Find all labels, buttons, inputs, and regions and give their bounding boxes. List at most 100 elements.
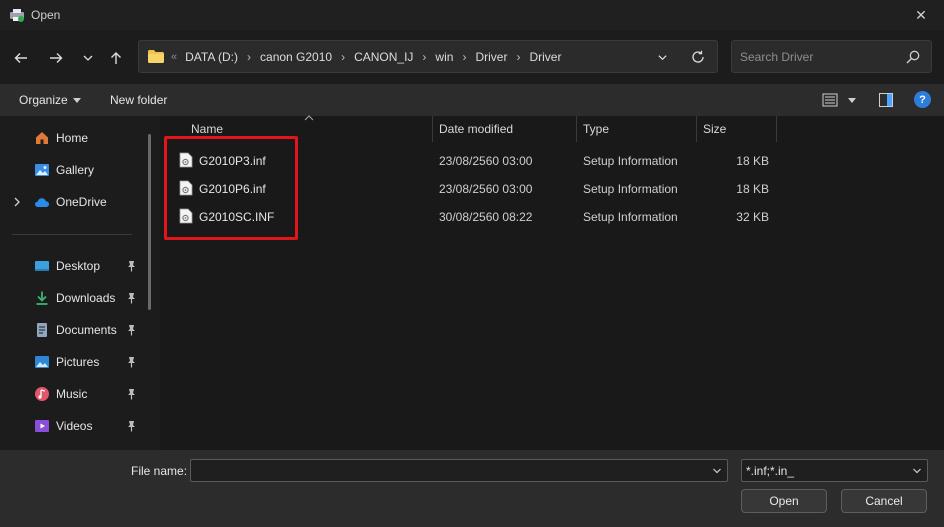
new-folder-button[interactable]: New folder bbox=[110, 93, 167, 107]
sidebar-item-label: Home bbox=[56, 131, 89, 145]
preview-pane-icon[interactable] bbox=[878, 92, 894, 108]
dialog-footer: File name: *.inf;*.in_ Open Cancel bbox=[0, 450, 944, 527]
breadcrumb-item[interactable]: CANON_IJ bbox=[354, 50, 413, 64]
home-icon bbox=[36, 132, 48, 144]
search-icon[interactable] bbox=[905, 49, 921, 65]
file-size: 32 KB bbox=[736, 210, 769, 224]
file-type: Setup Information bbox=[583, 210, 678, 224]
breadcrumb-item[interactable]: Driver bbox=[475, 50, 507, 64]
setup-file-icon bbox=[179, 180, 193, 196]
sidebar-item-pictures[interactable]: Pictures bbox=[0, 349, 150, 375]
open-button[interactable]: Open bbox=[741, 489, 827, 513]
file-type-filter-select[interactable]: *.inf;*.in_ bbox=[741, 459, 928, 482]
file-name-label: File name: bbox=[131, 464, 188, 478]
file-size: 18 KB bbox=[736, 182, 769, 196]
sidebar-item-desktop[interactable]: Desktop bbox=[0, 253, 150, 279]
file-list: Name Date modified Type Size G2010P3.inf… bbox=[160, 115, 944, 450]
breadcrumb-separator[interactable]: › bbox=[462, 50, 466, 64]
chevron-down-icon bbox=[83, 55, 93, 61]
sidebar-item-home[interactable]: Home bbox=[0, 125, 150, 151]
breadcrumb-separator[interactable]: › bbox=[341, 50, 345, 64]
file-row[interactable]: G2010SC.INF 30/08/2560 08:22 Setup Infor… bbox=[170, 202, 785, 230]
arrow-right-icon bbox=[50, 53, 63, 63]
desktop-icon bbox=[35, 261, 49, 271]
sidebar-item-label: OneDrive bbox=[56, 195, 107, 209]
chevron-down-icon[interactable] bbox=[712, 466, 722, 476]
help-button[interactable]: ? bbox=[914, 91, 931, 108]
document-icon bbox=[37, 323, 47, 337]
refresh-button[interactable] bbox=[689, 48, 707, 66]
breadcrumb-item[interactable]: canon G2010 bbox=[260, 50, 332, 64]
gallery-icon bbox=[35, 164, 49, 176]
column-header-date[interactable]: Date modified bbox=[433, 116, 576, 142]
file-name-input[interactable] bbox=[196, 463, 701, 479]
setup-file-icon bbox=[179, 208, 193, 224]
address-history-button[interactable] bbox=[653, 49, 671, 65]
chevron-down-icon bbox=[657, 54, 667, 60]
sidebar-item-label: Desktop bbox=[56, 259, 101, 273]
breadcrumb-item[interactable]: DATA (D:) bbox=[185, 50, 238, 64]
chevron-right-icon[interactable] bbox=[12, 196, 22, 208]
file-size: 18 KB bbox=[736, 154, 769, 168]
window-title: Open bbox=[31, 8, 61, 22]
sidebar-item-onedrive[interactable]: OneDrive bbox=[0, 189, 150, 215]
recent-locations-button[interactable] bbox=[74, 44, 102, 72]
pin-icon[interactable] bbox=[126, 260, 137, 272]
column-header-size[interactable]: Size bbox=[697, 116, 776, 142]
column-header-label: Date modified bbox=[439, 122, 514, 136]
file-type: Setup Information bbox=[583, 154, 678, 168]
caret-down-icon bbox=[848, 97, 856, 103]
caret-down-icon bbox=[72, 97, 81, 103]
file-name-combobox[interactable] bbox=[190, 459, 728, 482]
sidebar-item-label: Documents bbox=[56, 323, 117, 337]
column-header-type[interactable]: Type bbox=[577, 116, 696, 142]
file-date: 23/08/2560 03:00 bbox=[439, 154, 533, 168]
file-name: G2010P3.inf bbox=[199, 154, 266, 168]
breadcrumb-separator[interactable]: › bbox=[422, 50, 426, 64]
pin-icon[interactable] bbox=[126, 388, 137, 400]
sidebar-item-gallery[interactable]: Gallery bbox=[0, 157, 150, 183]
file-row[interactable]: G2010P6.inf 23/08/2560 03:00 Setup Infor… bbox=[170, 174, 785, 202]
file-name: G2010P6.inf bbox=[199, 182, 266, 196]
videos-icon bbox=[35, 420, 49, 432]
close-icon: ✕ bbox=[915, 6, 927, 23]
sidebar-item-label: Gallery bbox=[56, 163, 95, 177]
search-input[interactable] bbox=[740, 48, 900, 66]
column-header-name[interactable]: Name bbox=[180, 116, 432, 142]
breadcrumb-separator[interactable]: › bbox=[516, 50, 520, 64]
pin-icon[interactable] bbox=[126, 420, 137, 432]
folder-icon bbox=[148, 50, 164, 63]
breadcrumb-item[interactable]: win bbox=[435, 50, 453, 64]
file-row[interactable]: G2010P3.inf 23/08/2560 03:00 Setup Infor… bbox=[170, 146, 785, 174]
breadcrumb-item[interactable]: Driver bbox=[529, 50, 561, 64]
search-box[interactable] bbox=[731, 40, 932, 73]
change-view-button[interactable] bbox=[822, 92, 860, 108]
sidebar-item-documents[interactable]: Documents bbox=[0, 317, 150, 343]
sidebar-item-videos[interactable]: Videos bbox=[0, 413, 150, 439]
pin-icon[interactable] bbox=[126, 324, 137, 336]
close-button[interactable]: ✕ bbox=[898, 0, 944, 30]
up-button[interactable] bbox=[102, 44, 130, 72]
refresh-icon bbox=[692, 50, 704, 63]
back-button[interactable] bbox=[7, 44, 35, 72]
address-bar[interactable]: « DATA (D:) › canon G2010 › CANON_IJ › w… bbox=[138, 40, 718, 73]
details-view-icon bbox=[822, 93, 838, 107]
pin-icon[interactable] bbox=[126, 292, 137, 304]
sidebar-item-label: Music bbox=[56, 387, 88, 401]
setup-file-icon bbox=[179, 152, 193, 168]
pictures-icon bbox=[35, 356, 49, 368]
sidebar-item-music[interactable]: Music bbox=[0, 381, 150, 407]
breadcrumb-overflow[interactable]: « bbox=[171, 51, 177, 63]
file-type-filter-value: *.inf;*.in_ bbox=[746, 464, 795, 478]
arrow-left-icon bbox=[14, 53, 27, 63]
cloud-icon bbox=[35, 198, 49, 207]
sidebar-item-downloads[interactable]: Downloads bbox=[0, 285, 150, 311]
download-icon bbox=[36, 291, 48, 305]
printer-app-icon bbox=[10, 9, 24, 22]
forward-button[interactable] bbox=[42, 44, 70, 72]
column-divider[interactable] bbox=[776, 116, 777, 142]
pin-icon[interactable] bbox=[126, 356, 137, 368]
cancel-button[interactable]: Cancel bbox=[841, 489, 927, 513]
organize-menu-button[interactable]: Organize bbox=[19, 93, 81, 107]
breadcrumb-separator[interactable]: › bbox=[247, 50, 251, 64]
